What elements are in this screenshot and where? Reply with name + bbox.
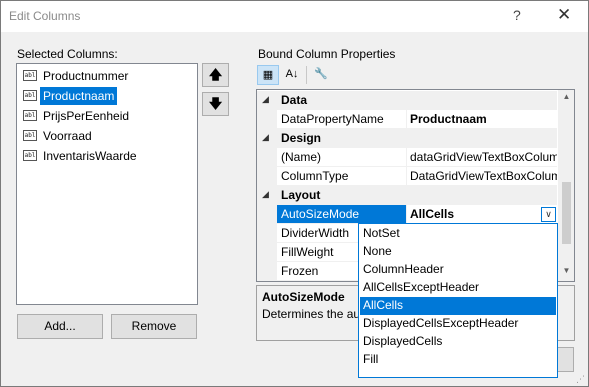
dropdown-option-allcells[interactable]: AllCells — [360, 297, 556, 315]
property-name: DataPropertyName — [277, 110, 407, 129]
dropdown-option-columnheader[interactable]: ColumnHeader — [360, 261, 556, 279]
textbox-column-icon: abl — [23, 70, 37, 81]
alphabetical-button[interactable]: A↓ — [281, 65, 303, 85]
resize-grip-icon[interactable]: ⋰ — [576, 374, 585, 385]
row-gutter — [257, 167, 277, 186]
list-item-productnaam[interactable]: abl Productnaam — [22, 87, 192, 105]
category-layout[interactable]: ◢ Layout — [257, 186, 557, 205]
property-name: ColumnType — [277, 167, 407, 186]
help-icon[interactable]: ? — [513, 7, 521, 23]
add-button[interactable]: Add... — [17, 314, 103, 339]
category-design[interactable]: ◢ Design — [257, 129, 557, 148]
category-label: Data — [281, 93, 308, 107]
vertical-scrollbar[interactable]: ▲ ▼ — [558, 90, 574, 281]
categorized-icon: ▦ — [262, 69, 274, 81]
property-row-columntype[interactable]: ColumnType DataGridViewTextBoxColum — [257, 167, 557, 186]
close-icon[interactable]: ✕ — [557, 5, 571, 25]
move-down-button[interactable]: 🡇 — [202, 92, 229, 116]
property-value[interactable]: DataGridViewTextBoxColum — [407, 167, 557, 186]
list-item-label: InventarisWaarde — [43, 149, 137, 163]
dropdown-option-displayedcells[interactable]: DisplayedCells — [360, 333, 556, 351]
wrench-icon: 🔧 — [314, 68, 328, 80]
dropdown-option-allcellsexceptheader[interactable]: AllCellsExceptHeader — [360, 279, 556, 297]
scrollbar-thumb[interactable] — [562, 182, 571, 244]
list-item-prijspereenheid[interactable]: abl PrijsPerEenheid — [22, 107, 192, 125]
textbox-column-icon: abl — [23, 150, 37, 161]
property-value[interactable]: dataGridViewTextBoxColum — [407, 148, 557, 167]
dialog-title: Edit Columns — [9, 9, 81, 23]
property-row-autosizemode[interactable]: AutoSizeMode AllCells ∨ — [257, 205, 557, 224]
dropdown-button[interactable]: ∨ — [541, 207, 556, 222]
arrow-down-icon: 🡇 — [208, 96, 223, 111]
category-data[interactable]: ◢ Data — [257, 91, 557, 110]
selected-columns-label: Selected Columns: — [17, 47, 118, 61]
row-gutter — [257, 110, 277, 129]
bound-column-properties-label: Bound Column Properties — [258, 47, 396, 61]
property-name: AutoSizeMode — [277, 205, 407, 224]
dropdown-option-notset[interactable]: NotSet — [360, 225, 556, 243]
row-gutter — [257, 262, 277, 281]
row-gutter — [257, 224, 277, 243]
property-name: (Name) — [277, 148, 407, 167]
property-row-name[interactable]: (Name) dataGridViewTextBoxColum — [257, 148, 557, 167]
property-value[interactable]: Productnaam — [407, 110, 557, 129]
title-bar: Edit Columns ? ✕ — [1, 1, 588, 32]
property-pages-button[interactable]: 🔧 — [310, 65, 332, 85]
textbox-column-icon: abl — [23, 130, 37, 141]
row-gutter — [257, 148, 277, 167]
category-label: Design — [281, 131, 322, 145]
property-row-datapropertyname[interactable]: DataPropertyName Productnaam — [257, 110, 557, 129]
list-item-inventariswaarde[interactable]: abl InventarisWaarde — [22, 147, 192, 165]
description-title: AutoSizeMode — [262, 290, 345, 304]
property-value[interactable]: AllCells — [407, 205, 557, 224]
autosizemode-dropdown-list[interactable]: NotSet None ColumnHeader AllCellsExceptH… — [358, 223, 558, 378]
scroll-down-icon[interactable]: ▼ — [558, 266, 574, 280]
category-label: Layout — [281, 188, 321, 202]
edit-columns-dialog: Edit Columns ? ✕ Selected Columns: abl P… — [0, 0, 589, 387]
remove-button[interactable]: Remove — [111, 314, 197, 339]
list-item-label: Voorraad — [43, 129, 92, 143]
scroll-up-icon[interactable]: ▲ — [558, 92, 574, 106]
toolbar-separator — [306, 66, 307, 84]
dropdown-option-fill[interactable]: Fill — [360, 351, 556, 369]
textbox-column-icon: abl — [23, 110, 37, 121]
chevron-down-icon: ∨ — [545, 209, 552, 219]
row-gutter — [257, 243, 277, 262]
dropdown-option-none[interactable]: None — [360, 243, 556, 261]
dropdown-option-displayedcellsexceptheader[interactable]: DisplayedCellsExceptHeader — [360, 315, 556, 333]
list-item-label: PrijsPerEenheid — [43, 109, 130, 123]
textbox-column-icon: abl — [23, 90, 37, 101]
list-item-label: Productnaam — [40, 87, 118, 105]
categorized-button[interactable]: ▦ — [257, 65, 279, 85]
sort-alphabetical-icon: A↓ — [285, 68, 299, 80]
arrow-up-icon: 🡅 — [208, 67, 223, 82]
list-item-voorraad[interactable]: abl Voorraad — [22, 127, 192, 145]
selected-columns-list[interactable]: abl Productnummer abl Productnaam abl Pr… — [16, 63, 198, 305]
list-item-label: Productnummer — [43, 69, 129, 83]
collapse-icon[interactable]: ◢ — [262, 189, 269, 200]
description-text: Determines the au — [262, 307, 361, 321]
collapse-icon[interactable]: ◢ — [262, 94, 269, 105]
move-up-button[interactable]: 🡅 — [202, 63, 229, 87]
collapse-icon[interactable]: ◢ — [262, 132, 269, 143]
list-item-productnummer[interactable]: abl Productnummer — [22, 67, 192, 85]
row-gutter — [257, 205, 277, 224]
